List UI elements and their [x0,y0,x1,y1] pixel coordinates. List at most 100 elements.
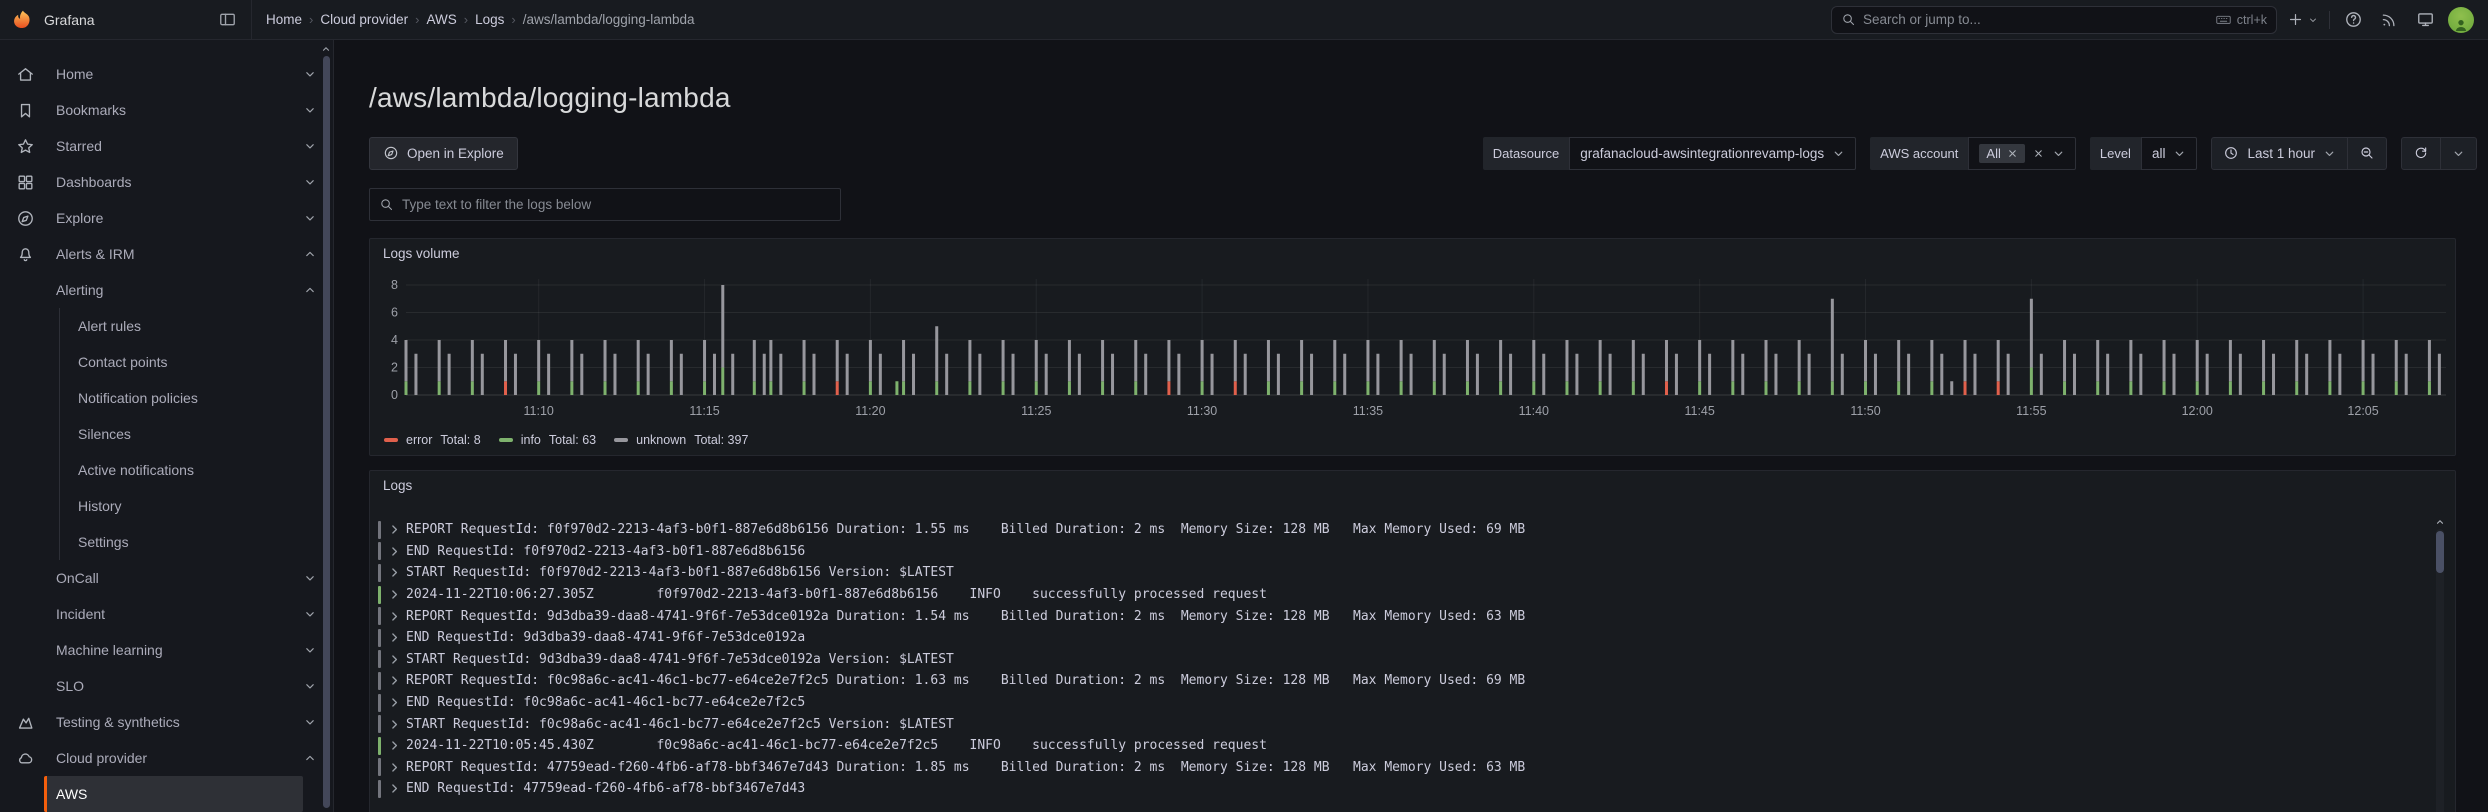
sidebar-item-dashboards[interactable]: Dashboards [0,164,333,200]
chevron-down-icon[interactable] [303,211,317,225]
logs-filter-input[interactable]: Type text to filter the logs below [369,188,841,221]
sidebar-item-home[interactable]: Home [0,56,333,92]
monitor-icon[interactable] [2412,7,2438,33]
news-rss-icon[interactable] [2376,7,2402,33]
chevron-down-icon[interactable] [303,679,317,693]
logs-scrollbar[interactable] [2434,517,2446,812]
zoom-out-button[interactable] [2347,137,2386,169]
chevron-right-icon[interactable] [388,545,401,558]
log-row[interactable]: START RequestId: f0c98a6c-ac41-46c1-bc77… [378,713,2425,735]
dock-menu-icon[interactable] [215,8,239,32]
log-row[interactable]: START RequestId: f0f970d2-2213-4af3-b0f1… [378,562,2425,584]
log-row[interactable]: 2024-11-22T10:05:45.430Z f0c98a6c-ac41-4… [378,735,2425,757]
sidebar-item-contact-points[interactable]: Contact points [0,344,333,380]
chevron-right-icon[interactable] [388,696,401,709]
sidebar-item-history[interactable]: History [0,488,333,524]
sidebar-item-incident[interactable]: Incident [0,596,333,632]
chevron-right-icon[interactable] [388,523,401,536]
sidebar-item-alerts-irm[interactable]: Alerts & IRM [0,236,333,272]
chevron-right-icon[interactable] [388,588,401,601]
sidebar-item-active-notifications[interactable]: Active notifications [0,452,333,488]
help-icon[interactable] [2340,7,2366,33]
log-row[interactable]: END RequestId: f0f970d2-2213-4af3-b0f1-8… [378,541,2425,563]
breadcrumb-item-home[interactable]: Home [266,12,302,27]
sidebar-item-oncall[interactable]: OnCall [0,560,333,596]
chevron-up-icon[interactable] [303,283,317,297]
open-in-explore-button[interactable]: Open in Explore [369,136,518,170]
breadcrumb-item-cloud-provider[interactable]: Cloud provider [320,12,408,27]
log-row[interactable]: REPORT RequestId: 47759ead-f260-4fb6-af7… [378,757,2425,779]
search-input[interactable]: Search or jump to... ctrl+k [1831,5,2277,34]
sidebar-item-silences[interactable]: Silences [0,416,333,452]
log-row[interactable]: REPORT RequestId: f0c98a6c-ac41-46c1-bc7… [378,670,2425,692]
chevron-right-icon[interactable] [388,718,401,731]
log-row[interactable]: END RequestId: 47759ead-f260-4fb6-af78-b… [378,778,2425,800]
chevron-right-icon[interactable] [388,631,401,644]
chevron-down-icon [1832,147,1845,160]
aws-account-chip[interactable]: All [1979,143,2025,163]
scroll-up-icon[interactable] [2435,517,2445,527]
legend-item-unknown[interactable]: unknown Total: 397 [614,433,748,447]
svg-text:12:05: 12:05 [2347,404,2378,418]
log-row[interactable]: END RequestId: f0c98a6c-ac41-46c1-bc77-e… [378,692,2425,714]
new-button[interactable] [2287,11,2319,28]
chevron-down-icon[interactable] [303,715,317,729]
search-icon [1841,12,1856,27]
log-row[interactable]: START RequestId: 9d3dba39-daa8-4741-9f6f… [378,649,2425,671]
chevron-right-icon[interactable] [388,782,401,795]
legend-item-info[interactable]: info Total: 63 [498,433,596,447]
chevron-down-icon[interactable] [303,139,317,153]
chevron-right-icon[interactable] [388,674,401,687]
chevron-right-icon[interactable] [388,610,401,623]
chevron-down-icon[interactable] [303,175,317,189]
sidebar-item-cloud-provider[interactable]: Cloud provider [0,740,333,776]
logs-scroll-thumb[interactable] [2436,531,2444,573]
chevron-down-icon[interactable] [303,607,317,621]
close-icon[interactable] [2007,148,2018,159]
datasource-select[interactable]: grafanacloud-awsintegrationrevamp-logs [1569,136,1857,170]
bell-icon [16,245,35,264]
sidebar-item-settings[interactable]: Settings [0,524,333,560]
chevron-down-icon[interactable] [303,571,317,585]
breadcrumb-item-logs[interactable]: Logs [475,12,504,27]
log-row[interactable]: REPORT RequestId: f0f970d2-2213-4af3-b0f… [378,519,2425,541]
chevron-up-icon[interactable] [303,751,317,765]
log-row[interactable]: END RequestId: 9d3dba39-daa8-4741-9f6f-7… [378,627,2425,649]
log-row[interactable]: 2024-11-22T10:06:27.305Z f0f970d2-2213-4… [378,584,2425,606]
sidebar-scroll-thumb[interactable] [323,56,330,808]
log-row[interactable]: REPORT RequestId: 9d3dba39-daa8-4741-9f6… [378,605,2425,627]
sidebar-item-machine-learning[interactable]: Machine learning [0,632,333,668]
sidebar-item-bookmarks[interactable]: Bookmarks [0,92,333,128]
breadcrumb-item-aws[interactable]: AWS [427,12,457,27]
refresh-picker [2401,136,2477,170]
chevron-up-icon[interactable] [303,247,317,261]
chevron-right-icon[interactable] [388,653,401,666]
chevron-down-icon[interactable] [303,67,317,81]
time-range-button[interactable]: Last 1 hour [2212,138,2347,169]
level-select[interactable]: all [2140,136,2198,170]
sidebar-item-alerting[interactable]: Alerting [0,272,333,308]
chevron-down-icon[interactable] [303,643,317,657]
scroll-up-icon[interactable] [321,44,331,54]
svg-text:11:40: 11:40 [1519,404,1549,418]
chevron-down-icon[interactable] [303,103,317,117]
sidebar-item-notification-policies[interactable]: Notification policies [0,380,333,416]
refresh-button[interactable] [2402,138,2440,169]
sidebar-item-aws[interactable]: AWS [44,776,303,812]
sidebar-item-testing-synthetics[interactable]: Testing & synthetics [0,704,333,740]
chevron-right-icon[interactable] [388,739,401,752]
clear-all-icon[interactable] [2033,148,2044,159]
sidebar-item-label: Alert rules [78,318,142,334]
sidebar-item-alert-rules[interactable]: Alert rules [0,308,333,344]
chevron-right-icon[interactable] [388,761,401,774]
sidebar-item-label: Alerts & IRM [56,246,135,262]
legend-item-error[interactable]: error Total: 8 [384,433,481,447]
sidebar-scrollbar[interactable] [321,40,331,812]
user-avatar[interactable] [2448,6,2474,33]
aws-account-select[interactable]: All [1968,136,2076,170]
sidebar-item-starred[interactable]: Starred [0,128,333,164]
sidebar-item-explore[interactable]: Explore [0,200,333,236]
chevron-right-icon[interactable] [388,566,401,579]
refresh-interval-button[interactable] [2440,137,2476,169]
sidebar-item-slo[interactable]: SLO [0,668,333,704]
